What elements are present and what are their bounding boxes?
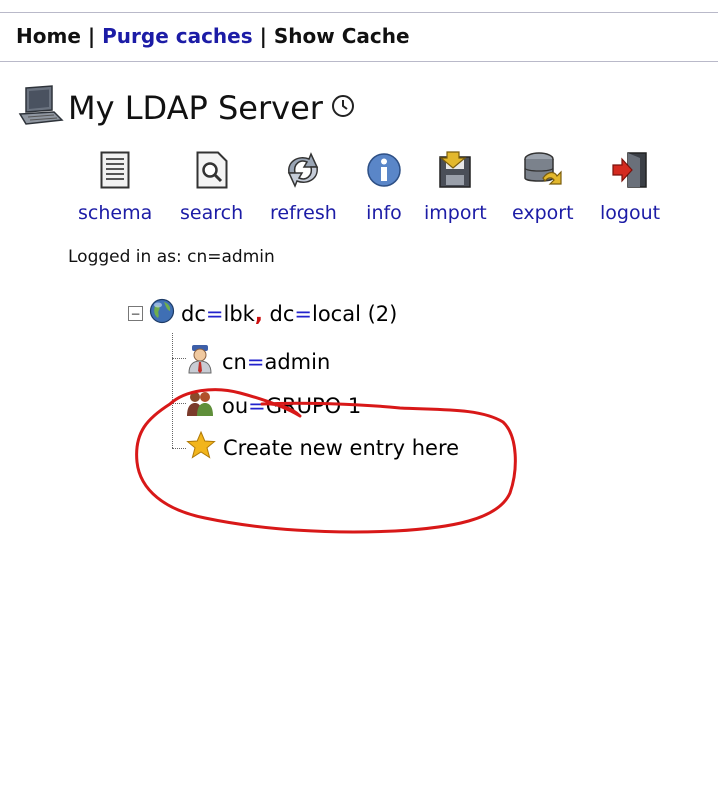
top-divider [0,12,718,13]
home-link[interactable]: Home [16,24,81,48]
top-nav: Home | Purge caches | Show Cache [16,24,410,48]
tree-item-label[interactable]: ou=GRUPO 1 [222,394,361,418]
logout-button[interactable]: logout [600,148,660,224]
logout-label: logout [600,202,661,224]
child-count: (2) [360,301,398,326]
info-label: info [366,202,402,224]
tree-connector [172,358,186,359]
refresh-button[interactable]: refresh [270,148,337,224]
search-button[interactable]: search [180,148,243,224]
create-new-entry-row[interactable]: Create new entry here [186,430,459,465]
equals-sign: = [294,301,312,326]
attr-ou: ou [222,393,249,418]
nav-divider [0,61,718,62]
root-value-lbk: lbk [223,301,255,326]
tree-connector [172,333,173,448]
root-attr-dc: dc [181,301,206,326]
create-new-entry-link[interactable]: Create new entry here [223,436,459,460]
search-icon [196,148,228,192]
export-button[interactable]: export [512,148,574,224]
tree-root-label[interactable]: dc=lbk, dc=local (2) [181,302,397,326]
group-icon [186,389,214,422]
schema-icon [100,148,130,192]
value-admin: admin [264,349,331,374]
nav-separator: | [80,24,103,48]
server-computer-icon [18,84,64,132]
equals-sign: = [205,301,224,326]
server-header: My LDAP Server [18,84,355,132]
globe-icon [149,298,175,329]
show-cache-link[interactable]: Show Cache [274,24,410,48]
tree-item-ou-grupo1[interactable]: ou=GRUPO 1 [186,389,361,422]
logged-in-text: Logged in as: cn=admin [68,247,275,267]
nav-separator: | [252,24,274,48]
equals-sign: = [246,349,265,374]
search-label: search [180,202,244,224]
info-button[interactable]: info [364,148,404,224]
equals-sign: = [248,393,266,418]
info-icon [364,148,404,192]
value-grupo-1: GRUPO 1 [265,393,362,418]
dn-comma: , [254,301,263,326]
clock-icon[interactable] [331,94,355,122]
logout-icon [610,148,650,192]
root-value-local: local [311,301,361,326]
export-icon [521,148,565,192]
export-label: export [512,202,574,224]
star-icon [186,430,216,465]
schema-label: schema [78,202,153,224]
tree-connector [172,448,186,449]
root-attr-dc: dc [262,301,295,326]
import-icon [435,148,475,192]
import-label: import [424,202,487,224]
refresh-label: refresh [270,202,337,224]
tree-root-row[interactable]: − dc=lbk, dc=local (2) [128,298,397,329]
server-title: My LDAP Server [68,89,323,127]
collapse-toggle[interactable]: − [128,306,143,321]
purge-caches-link[interactable]: Purge caches [102,24,253,48]
tree-item-cn-admin[interactable]: cn=admin [186,344,330,379]
import-button[interactable]: import [424,148,487,224]
refresh-icon [283,148,323,192]
attr-cn: cn [222,349,247,374]
user-icon [186,344,214,379]
schema-button[interactable]: schema [78,148,152,224]
tree-item-label[interactable]: cn=admin [222,350,330,374]
tree-connector [172,403,186,404]
